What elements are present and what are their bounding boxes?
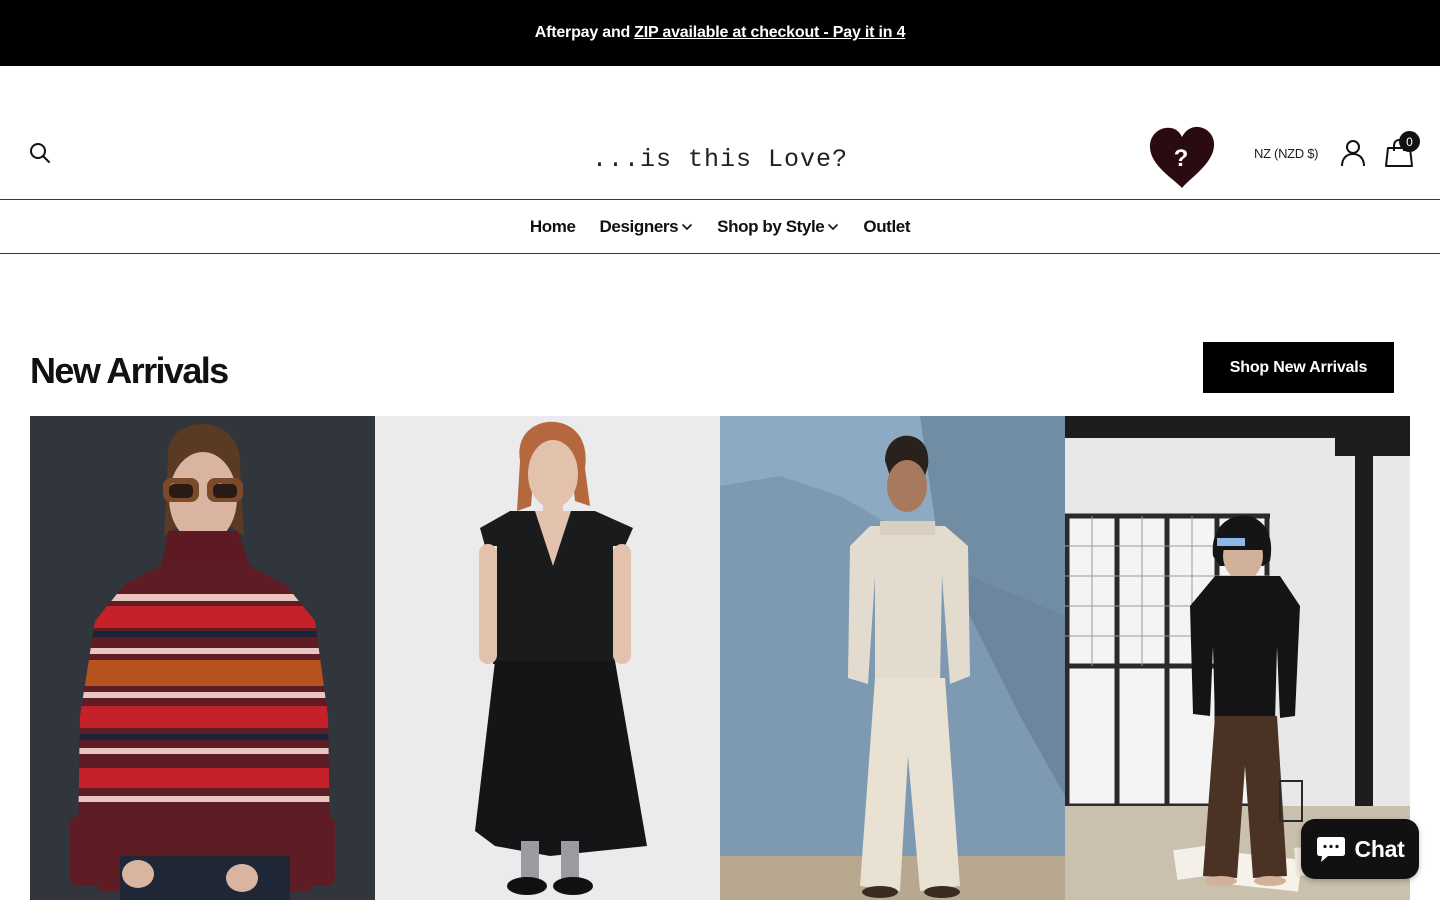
product-card-cream-set[interactable] bbox=[720, 416, 1065, 900]
product-grid bbox=[30, 416, 1410, 900]
product-image-striped-sweater bbox=[30, 416, 375, 900]
section-title: New Arrivals bbox=[30, 350, 229, 391]
nav-item-label: Outlet bbox=[863, 216, 911, 236]
announcement-bar: Afterpay and ZIP available at checkout -… bbox=[0, 0, 1440, 66]
search-button[interactable] bbox=[28, 141, 52, 165]
announcement-text: Afterpay and bbox=[534, 24, 631, 41]
nav-item-label: Shop by Style bbox=[717, 216, 825, 236]
main-nav: Home Designers Shop by Style Outlet bbox=[0, 199, 1440, 254]
chat-label: Chat bbox=[1354, 835, 1405, 862]
nav-item-shop-by-style[interactable]: Shop by Style bbox=[717, 217, 839, 237]
product-card-striped-sweater[interactable] bbox=[30, 416, 375, 900]
heart-logo-icon[interactable]: ? bbox=[1147, 124, 1217, 190]
heart-badge-text: ? bbox=[1174, 145, 1189, 172]
account-icon bbox=[1341, 140, 1365, 167]
shop-new-arrivals-button[interactable]: Shop New Arrivals bbox=[1203, 342, 1394, 393]
search-icon bbox=[30, 143, 50, 163]
chevron-down-icon bbox=[682, 223, 693, 230]
nav-item-home[interactable]: Home bbox=[530, 217, 576, 237]
nav-item-outlet[interactable]: Outlet bbox=[863, 217, 910, 237]
chevron-down-icon bbox=[828, 223, 839, 230]
site-header: ...is this Love? ? NZ (NZD $) bbox=[0, 66, 1440, 199]
product-card-black-set[interactable] bbox=[375, 416, 720, 900]
nav-item-label: Designers bbox=[599, 216, 679, 236]
account-button[interactable] bbox=[1340, 139, 1366, 167]
currency-selector[interactable]: NZ (NZD $) bbox=[1254, 146, 1318, 161]
product-image-cream-set bbox=[720, 416, 1065, 900]
site-logo[interactable]: ...is this Love? bbox=[560, 139, 880, 179]
nav-item-label: Home bbox=[529, 216, 576, 236]
product-image-black-set bbox=[375, 416, 720, 900]
announcement-link[interactable]: ZIP available at checkout - Pay it in 4 bbox=[634, 24, 905, 42]
cart-count-badge: 0 bbox=[1399, 131, 1420, 152]
chat-bubble-icon bbox=[1316, 837, 1345, 862]
chat-button[interactable]: Chat bbox=[1301, 819, 1419, 879]
nav-item-designers[interactable]: Designers bbox=[600, 217, 694, 237]
